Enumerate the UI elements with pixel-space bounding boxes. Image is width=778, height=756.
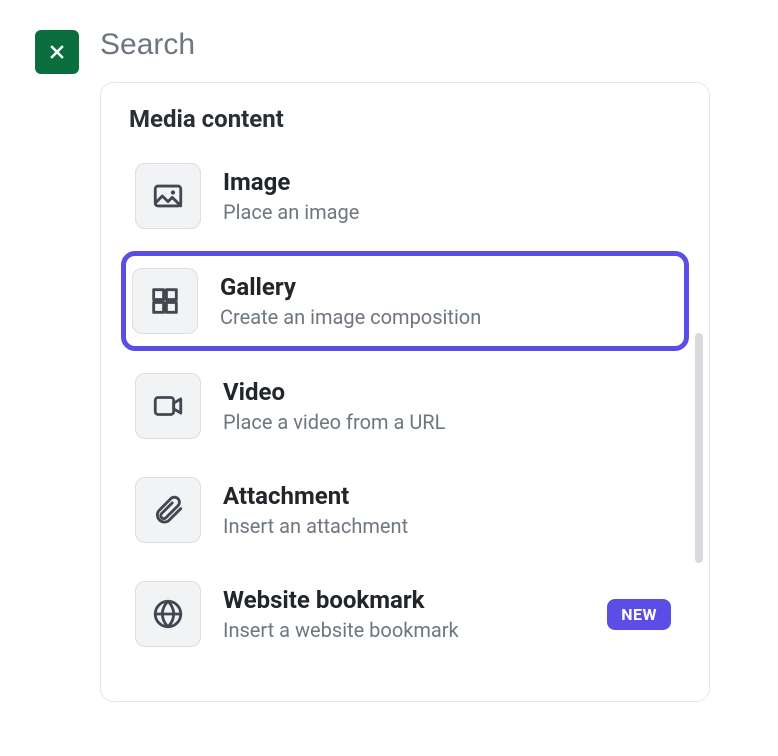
close-icon bbox=[47, 42, 67, 62]
item-desc: Create an image composition bbox=[220, 304, 674, 330]
item-text: Image Place an image bbox=[223, 167, 671, 225]
search-input[interactable] bbox=[100, 28, 400, 62]
video-icon bbox=[135, 373, 201, 439]
item-text: Attachment Insert an attachment bbox=[223, 481, 671, 539]
item-title: Website bookmark bbox=[223, 585, 585, 615]
item-desc: Insert an attachment bbox=[223, 513, 671, 539]
item-desc: Place an image bbox=[223, 199, 671, 225]
item-text: Gallery Create an image composition bbox=[220, 272, 674, 330]
globe-icon bbox=[135, 581, 201, 647]
menu-item-attachment[interactable]: Attachment Insert an attachment bbox=[125, 461, 685, 559]
menu-item-video[interactable]: Video Place a video from a URL bbox=[125, 357, 685, 455]
item-text: Video Place a video from a URL bbox=[223, 377, 671, 435]
menu-item-website-bookmark[interactable]: Website bookmark Insert a website bookma… bbox=[125, 565, 685, 663]
item-title: Gallery bbox=[220, 272, 674, 302]
media-panel: Media content Image Place an image Galle… bbox=[100, 82, 710, 702]
item-text: Website bookmark Insert a website bookma… bbox=[223, 585, 585, 643]
item-desc: Place a video from a URL bbox=[223, 409, 671, 435]
attachment-icon bbox=[135, 477, 201, 543]
close-button[interactable] bbox=[35, 30, 79, 74]
menu-item-image[interactable]: Image Place an image bbox=[125, 147, 685, 245]
section-title: Media content bbox=[125, 105, 685, 133]
image-icon bbox=[135, 163, 201, 229]
item-title: Attachment bbox=[223, 481, 671, 511]
item-title: Image bbox=[223, 167, 671, 197]
new-badge: NEW bbox=[607, 599, 671, 630]
item-title: Video bbox=[223, 377, 671, 407]
item-desc: Insert a website bookmark bbox=[223, 617, 585, 643]
gallery-icon bbox=[132, 268, 198, 334]
menu-item-gallery[interactable]: Gallery Create an image composition bbox=[121, 251, 689, 351]
scrollbar-thumb[interactable] bbox=[695, 333, 703, 563]
search-row bbox=[24, 28, 754, 62]
